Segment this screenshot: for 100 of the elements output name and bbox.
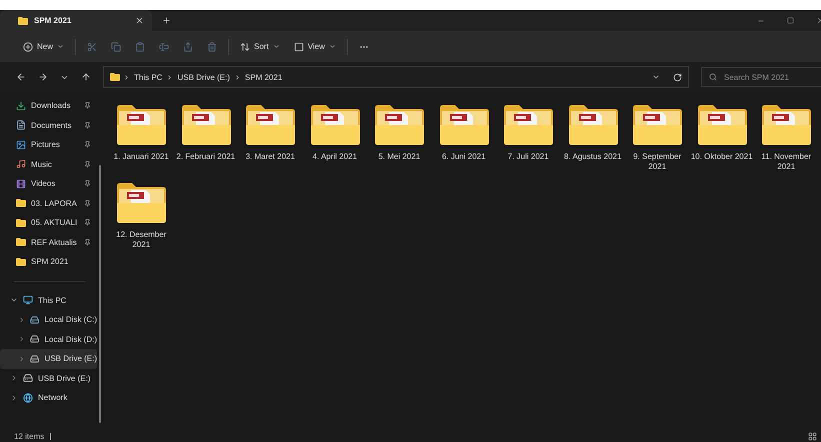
- folder-name: 3. Maret 2021: [246, 152, 295, 162]
- up-arrow-icon[interactable]: [81, 72, 91, 82]
- caret-icon: [272, 43, 280, 50]
- forward-icon[interactable]: [38, 72, 48, 82]
- folder-item[interactable]: 11. November 2021: [754, 104, 818, 172]
- item-count: 12 items: [14, 432, 44, 440]
- new-tab-icon[interactable]: [162, 16, 171, 25]
- tree-item[interactable]: USB Drive (E:): [0, 368, 97, 388]
- history-icon[interactable]: [652, 73, 660, 81]
- quick-access-item[interactable]: REF Aktualis: [0, 232, 97, 252]
- copy-icon: [111, 42, 122, 52]
- grid-view-icon[interactable]: [808, 432, 817, 440]
- pdf-folder-icon: [696, 104, 748, 146]
- pdf-folder-icon: [566, 104, 619, 146]
- folder-icon: [16, 238, 26, 246]
- folder-icon: [18, 16, 28, 24]
- sort-icon: [240, 42, 250, 52]
- folder-item[interactable]: 9. September 2021: [625, 104, 690, 172]
- caret-icon: [57, 43, 64, 50]
- image-icon: [16, 140, 26, 150]
- folder-name: 11. November 2021: [760, 152, 812, 172]
- chevron-right-icon[interactable]: [18, 354, 26, 363]
- folder-icon: [16, 218, 26, 227]
- quick-access-item[interactable]: Videos: [0, 174, 97, 194]
- folder-name: 4. April 2021: [312, 152, 357, 162]
- tree-item[interactable]: This PC: [0, 290, 97, 310]
- quick-access-item[interactable]: Downloads: [0, 96, 97, 116]
- breadcrumb[interactable]: USB Drive (E:): [176, 72, 231, 82]
- tree-item[interactable]: USB Drive (E:): [0, 349, 97, 368]
- maximize-icon[interactable]: [787, 17, 794, 24]
- quick-access-item[interactable]: 03. LAPORA: [0, 194, 97, 213]
- back-icon[interactable]: [16, 72, 26, 82]
- folder-item[interactable]: 2. Februari 2021: [174, 104, 238, 172]
- folder-item[interactable]: 8. Agustus 2021: [560, 104, 625, 172]
- monitor-icon: [23, 295, 33, 306]
- window-tab[interactable]: SPM 2021: [0, 10, 152, 31]
- folder-icon: [16, 258, 26, 266]
- pdf-folder-icon: [760, 104, 812, 146]
- chevron-right-icon[interactable]: [10, 374, 18, 382]
- cut-icon: [87, 42, 98, 52]
- folder-name: 6. Juni 2021: [442, 152, 486, 162]
- breadcrumb[interactable]: This PC: [133, 72, 164, 82]
- sort-button[interactable]: Sort: [233, 36, 287, 58]
- new-icon: [23, 42, 33, 52]
- caret-icon: [328, 43, 336, 50]
- rename-icon: [159, 42, 170, 52]
- download-icon: [16, 100, 26, 111]
- folder-icon: [110, 73, 120, 81]
- folder-name: 12. Desember 2021: [115, 230, 168, 250]
- folder-item[interactable]: 12. Desember 2021: [109, 182, 174, 250]
- paste-icon: [135, 42, 146, 52]
- chevron-right-icon: [123, 74, 130, 80]
- new-button[interactable]: New: [16, 36, 72, 58]
- pdf-folder-icon: [373, 104, 426, 146]
- drive-icon: [23, 373, 33, 384]
- chevron-right-icon[interactable]: [18, 335, 26, 344]
- scrollbar[interactable]: [99, 165, 101, 423]
- folder-item[interactable]: 4. April 2021: [302, 104, 367, 172]
- tree-item[interactable]: Network: [0, 388, 97, 408]
- tree-item[interactable]: Local Disk (D:): [0, 330, 97, 349]
- folder-name: 10. Oktober 2021: [690, 152, 753, 162]
- film-icon: [16, 178, 26, 189]
- folder-item[interactable]: 6. Juni 2021: [432, 104, 496, 172]
- close-tab-icon[interactable]: [135, 16, 144, 25]
- chevron-right-icon: [234, 74, 241, 80]
- tree-item[interactable]: Local Disk (C:): [0, 310, 97, 330]
- share-icon: [183, 42, 194, 52]
- address-bar[interactable]: This PC USB Drive (E:) SPM 2021: [103, 66, 689, 88]
- folder-item[interactable]: 7. Juli 2021: [496, 104, 560, 172]
- pdf-folder-icon: [115, 182, 168, 224]
- folder-item[interactable]: 10. Oktober 2021: [690, 104, 754, 172]
- folder-item[interactable]: 5. Mei 2021: [367, 104, 432, 172]
- folder-name: 5. Mei 2021: [378, 152, 420, 162]
- quick-access-item[interactable]: Music: [0, 154, 97, 174]
- chevron-right-icon[interactable]: [18, 316, 26, 324]
- pdf-folder-icon: [438, 104, 490, 146]
- folder-name: 9. September 2021: [632, 152, 682, 172]
- drive-icon: [30, 334, 40, 344]
- refresh-icon[interactable]: [673, 72, 682, 82]
- quick-access-item[interactable]: Pictures: [0, 135, 97, 154]
- folder-item[interactable]: 1. Januari 2021: [109, 104, 174, 172]
- quick-access-item[interactable]: 05. AKTUALI: [0, 213, 97, 232]
- folder-name: 7. Juli 2021: [508, 152, 549, 162]
- folder-name: 2. Februari 2021: [176, 152, 236, 162]
- breadcrumb[interactable]: SPM 2021: [244, 72, 284, 82]
- pdf-folder-icon: [631, 104, 684, 146]
- pdf-folder-icon: [502, 104, 554, 146]
- chevron-right-icon[interactable]: [10, 394, 18, 402]
- drive-icon: [30, 354, 40, 364]
- view-button[interactable]: View: [286, 36, 343, 58]
- quick-access-item[interactable]: Documents: [0, 116, 97, 135]
- music-icon: [16, 159, 26, 170]
- pdf-folder-icon: [244, 104, 296, 146]
- pdf-folder-icon: [308, 104, 361, 146]
- folder-item[interactable]: 3. Maret 2021: [238, 104, 302, 172]
- search-icon: [709, 73, 717, 81]
- quick-access-item[interactable]: SPM 2021: [0, 252, 97, 272]
- search-field[interactable]: Search SPM 2021: [701, 67, 821, 87]
- folder-name: 1. Januari 2021: [114, 152, 169, 162]
- tab-title: SPM 2021: [34, 16, 72, 25]
